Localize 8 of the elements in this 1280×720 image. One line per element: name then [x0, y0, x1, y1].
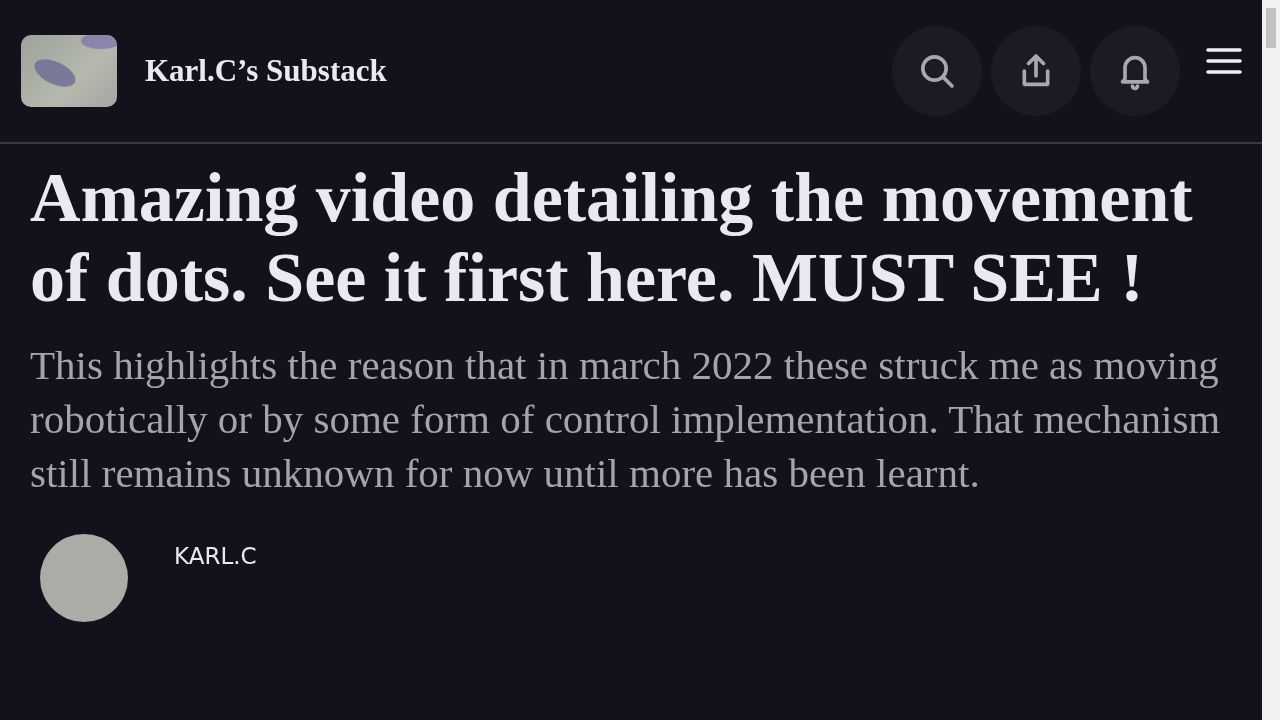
post-subtitle: This highlights the reason that in march 2022 these struck me as moving robotically or by some form of control implementation. That mechanism still remains unknown for now until more has been learnt.: [30, 341, 1222, 498]
author-name[interactable]: KARL.C: [174, 543, 257, 569]
publication-name[interactable]: Karl.C’s Substack: [145, 53, 883, 89]
menu-button[interactable]: [1206, 47, 1242, 75]
scrollbar[interactable]: [1262, 0, 1280, 720]
scrollbar-thumb[interactable]: [1266, 8, 1276, 48]
post-title: Amazing video detailing the movement of dots. See it first here. MUST SEE !: [30, 158, 1194, 318]
menu-icon: [1206, 47, 1242, 75]
